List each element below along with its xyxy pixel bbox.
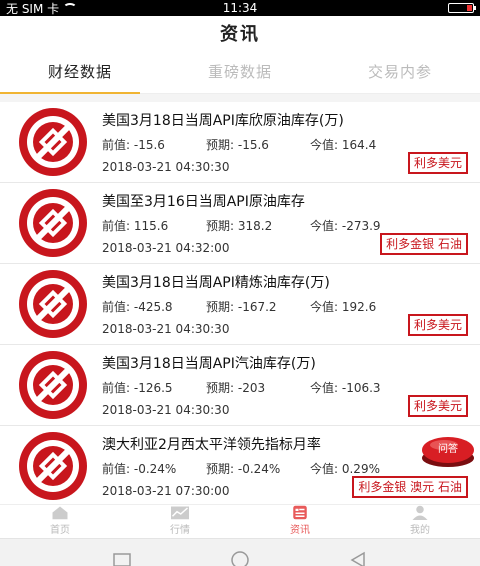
news-icon xyxy=(293,505,307,520)
system-nav-bar xyxy=(0,538,480,566)
previous-value: 前值: 115.6 xyxy=(102,218,169,233)
nav-label: 资讯 xyxy=(290,525,310,536)
actual-value: 今值: 0.29% xyxy=(310,461,380,476)
list-item[interactable]: 澳大利亚2月西太平洋领先指标月率 前值: -0.24% 预期: -0.24% 今… xyxy=(0,426,480,504)
forecast-value: 预期: -203 xyxy=(206,380,266,395)
battery-icon xyxy=(448,3,476,13)
qa-floating-button[interactable]: 问答 xyxy=(420,432,476,468)
brand-logo-icon xyxy=(19,189,87,257)
list-item[interactable]: 美国至3月16日当周API原油库存 前值: 115.6 预期: 318.2 今值… xyxy=(0,183,480,264)
nav-label: 行情 xyxy=(170,525,190,536)
tab-major-data[interactable]: 重磅数据 xyxy=(160,50,320,93)
nav-label: 我的 xyxy=(410,525,430,536)
item-date: 2018-03-21 04:30:30 xyxy=(102,321,230,336)
brand-logo-icon xyxy=(19,351,87,419)
impact-tag: 利多美元 xyxy=(407,395,468,417)
actual-value: 今值: 164.4 xyxy=(310,137,377,152)
item-title: 美国3月18日当周API精炼油库存(万) xyxy=(102,274,330,291)
nav-profile[interactable]: 我的 xyxy=(360,505,480,538)
item-title: 澳大利亚2月西太平洋领先指标月率 xyxy=(102,436,321,453)
tab-financial-data[interactable]: 财经数据 xyxy=(0,50,160,94)
back-triangle-icon[interactable] xyxy=(348,551,368,566)
item-date: 2018-03-21 04:30:30 xyxy=(102,402,230,417)
impact-tag: 利多金银 石油 xyxy=(380,233,468,255)
nav-label: 首页 xyxy=(50,525,70,536)
clock-time: 11:34 xyxy=(222,1,258,15)
impact-tag: 利多金银 澳元 石油 xyxy=(352,476,468,498)
brand-logo-icon xyxy=(19,432,87,500)
item-title: 美国至3月16日当周API原油库存 xyxy=(102,193,305,210)
news-list: 美国3月18日当周API库欣原油库存(万) 前值: -15.6 预期: -15.… xyxy=(0,102,480,504)
list-item[interactable]: 美国3月18日当周API库欣原油库存(万) 前值: -15.6 预期: -15.… xyxy=(0,102,480,183)
forecast-value: 预期: -15.6 xyxy=(206,137,269,152)
nav-home[interactable]: 首页 xyxy=(0,505,120,538)
user-icon xyxy=(412,505,428,520)
tab-bar: 财经数据 重磅数据 交易内参 xyxy=(0,50,480,94)
chart-icon xyxy=(171,506,189,520)
previous-value: 前值: -15.6 xyxy=(102,137,165,152)
previous-value: 前值: -0.24% xyxy=(102,461,177,476)
brand-logo-icon xyxy=(19,108,87,176)
recent-apps-icon[interactable] xyxy=(112,552,132,566)
tab-trading-insider[interactable]: 交易内参 xyxy=(320,50,480,93)
item-date: 2018-03-21 04:32:00 xyxy=(102,240,230,255)
list-item[interactable]: 美国3月18日当周API汽油库存(万) 前值: -126.5 预期: -203 … xyxy=(0,345,480,426)
home-icon xyxy=(52,506,68,520)
item-title: 美国3月18日当周API库欣原油库存(万) xyxy=(102,112,344,129)
impact-tag: 利多美元 xyxy=(407,152,468,174)
divider xyxy=(0,94,480,102)
forecast-value: 预期: 318.2 xyxy=(206,218,273,233)
previous-value: 前值: -126.5 xyxy=(102,380,173,395)
actual-value: 今值: -273.9 xyxy=(310,218,381,233)
actual-value: 今值: -106.3 xyxy=(310,380,381,395)
impact-tag: 利多美元 xyxy=(407,314,468,336)
item-date: 2018-03-21 07:30:00 xyxy=(102,483,230,498)
nav-news[interactable]: 资讯 xyxy=(240,505,360,538)
forecast-value: 预期: -0.24% xyxy=(206,461,281,476)
list-item[interactable]: 美国3月18日当周API精炼油库存(万) 前值: -425.8 预期: -167… xyxy=(0,264,480,345)
actual-value: 今值: 192.6 xyxy=(310,299,377,314)
forecast-value: 预期: -167.2 xyxy=(206,299,277,314)
brand-logo-icon xyxy=(19,270,87,338)
page-title: 资讯 xyxy=(220,24,260,45)
bottom-nav: 首页 行情 资讯 我的 xyxy=(0,504,480,538)
item-title: 美国3月18日当周API汽油库存(万) xyxy=(102,355,316,372)
nav-market[interactable]: 行情 xyxy=(120,505,240,538)
qa-button-label: 问答 xyxy=(438,442,458,455)
previous-value: 前值: -425.8 xyxy=(102,299,173,314)
item-date: 2018-03-21 04:30:30 xyxy=(102,159,230,174)
status-bar: 无 SIM 卡 11:34 xyxy=(0,0,480,16)
home-circle-icon[interactable] xyxy=(228,550,252,566)
